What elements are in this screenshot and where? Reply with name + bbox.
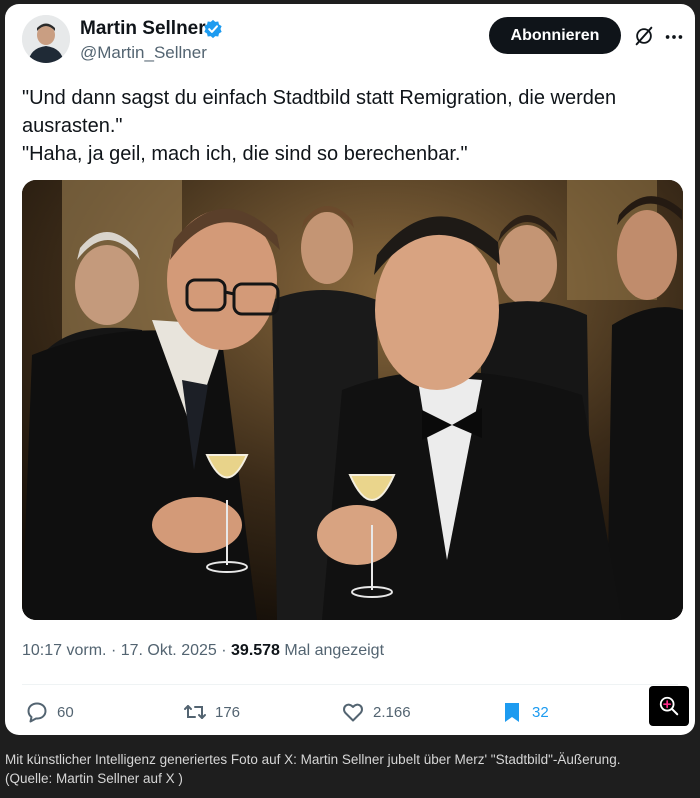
author-handle[interactable]: @Martin_Sellner [80,43,207,63]
tweet-line: ausrasten." [22,115,123,137]
tweet-text: "Und dann sagst du einfach Stadtbild sta… [22,84,672,168]
divider [22,684,678,685]
repost-button[interactable]: 176 [183,700,240,724]
reply-button[interactable]: 60 [25,700,74,724]
bookmark-count: 32 [532,703,549,721]
tweet-card: Martin Sellner @Martin_Sellner Abonniere… [5,4,695,735]
more-icon[interactable] [663,26,685,48]
like-icon [343,703,363,722]
reply-count: 60 [57,703,74,721]
view-label: Mal angezeigt [284,642,385,659]
caption-line: Mit künstlicher Intelligenz generiertes … [5,752,621,767]
meta-separator: · [221,642,232,659]
tweet-meta: 10:17 vorm. · 17. Okt. 2025 · 39.578 Mal… [22,642,384,660]
reply-icon [27,702,47,723]
caption-source: (Quelle: Martin Sellner auf X ) [5,771,183,786]
like-count: 2.166 [373,703,411,721]
meta-separator: · [110,642,121,659]
photo-illustration [22,180,683,620]
zoom-button[interactable] [649,686,689,726]
bookmark-icon [505,703,519,722]
tweet-line: "Und dann sagst du einfach Stadtbild sta… [22,87,617,109]
verified-badge-icon [204,19,222,39]
bookmark-button[interactable]: 32 [500,700,549,724]
grok-icon[interactable] [633,25,655,47]
like-button[interactable]: 2.166 [341,700,411,724]
image-caption: Mit künstlicher Intelligenz generiertes … [5,750,695,788]
tweet-date[interactable]: 17. Okt. 2025 [121,642,217,659]
tweet-line: "Haha, ja geil, mach ich, die sind so be… [22,143,468,165]
repost-icon [184,705,206,719]
view-count: 39.578 [231,642,280,659]
avatar[interactable] [22,15,70,63]
tweet-time[interactable]: 10:17 vorm. [22,642,106,659]
author-name[interactable]: Martin Sellner [80,18,206,40]
tweet-photo[interactable] [22,180,683,620]
repost-count: 176 [215,703,241,721]
zoom-icon [659,696,679,716]
follow-button[interactable]: Abonnieren [489,17,621,54]
